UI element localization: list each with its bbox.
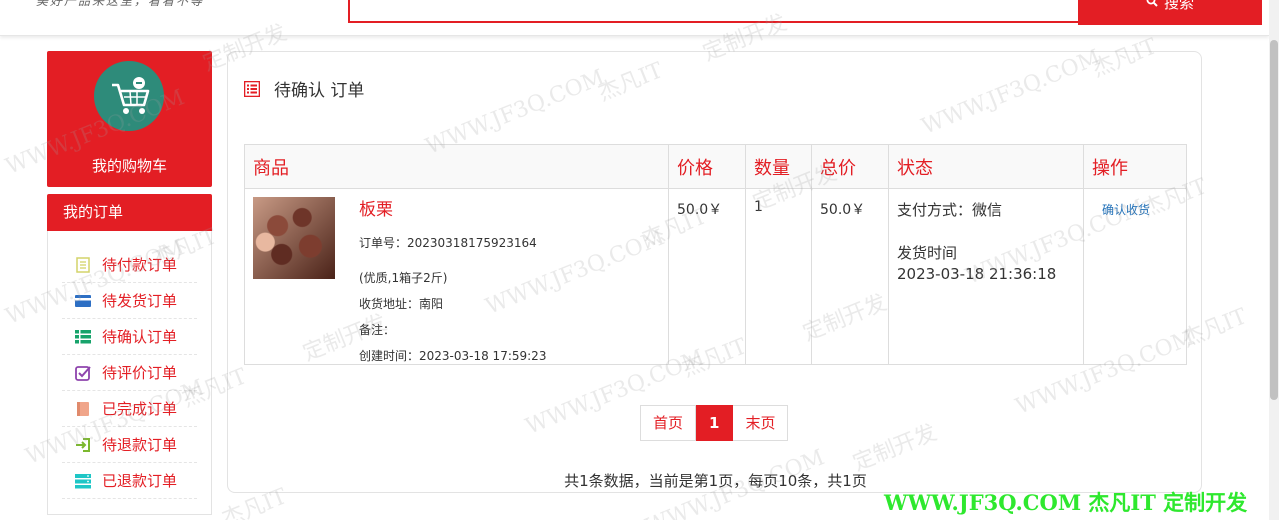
ship-time-value: 2023-03-18 21:36:18 [897, 265, 1057, 283]
quantity-cell: 1 [745, 188, 812, 365]
sidebar-item-label: 待退款订单 [102, 436, 178, 454]
product-cell: 板栗 订单号：20230318175923164 (优质,1箱子2斤) 收货地址… [244, 188, 669, 365]
sidebar-item-label: 待付款订单 [102, 256, 178, 274]
sidebar-item-pending-refund[interactable]: 待退款订单 [62, 427, 197, 463]
column-header-action: 操作 [1083, 144, 1187, 189]
page-title: 待确认 订单 [243, 76, 365, 101]
sidebar-item-label: 待确认订单 [102, 328, 178, 346]
total-cell: 50.0￥ [811, 188, 889, 365]
current-page-button[interactable]: 1 [696, 405, 734, 441]
order-number: 订单号：20230318175923164 [359, 236, 537, 250]
scrollbar-track[interactable] [1269, 0, 1279, 520]
search-button[interactable]: 搜索 [1078, 0, 1262, 25]
sidebar-item-pending-shipment[interactable]: 待发货订单 [62, 283, 197, 319]
cart-label: 我的购物车 [91, 157, 167, 175]
sidebar-item-pending-confirm[interactable]: 待确认订单 [62, 319, 197, 355]
ship-time-label: 发货时间 [897, 244, 958, 262]
pagination: 首页 1 末页 [640, 405, 789, 441]
price-cell: 50.0￥ [668, 188, 746, 365]
orders-menu: 待付款订单 待发货订单 待确认订单 待评价订单 已完成订单 待退款订单 已退款订… [47, 231, 212, 515]
orders-menu-header[interactable]: 我的订单 [47, 194, 212, 231]
sidebar-item-label: 已完成订单 [102, 400, 178, 418]
product-image[interactable] [253, 197, 335, 279]
sidebar-item-pending-review[interactable]: 待评价订单 [62, 355, 197, 391]
product-spec: (优质,1箱子2斤) [359, 271, 448, 285]
column-header-quantity: 数量 [745, 144, 812, 189]
column-header-status: 状态 [888, 144, 1084, 189]
confirm-receipt-link[interactable]: 确认收货 [1102, 201, 1150, 218]
order-note: 备注： [359, 323, 396, 337]
sign-in-icon [74, 437, 92, 453]
page-title-text: 待确认 订单 [274, 81, 365, 101]
product-name-link[interactable]: 板栗 [359, 195, 546, 220]
footer-watermark: WWW.JF3Q.COM 杰凡IT 定制开发 [884, 490, 1248, 515]
list-alt-icon [243, 80, 261, 97]
list-icon [74, 329, 92, 345]
card-icon [74, 293, 92, 309]
column-header-price: 价格 [668, 144, 746, 189]
cart-icon [94, 61, 164, 131]
orders-panel: 待确认 订单 商品 价格 数量 总价 状态 操作 板栗 订单号：20230318… [227, 51, 1202, 493]
product-info: 板栗 订单号：20230318175923164 (优质,1箱子2斤) 收货地址… [359, 195, 546, 373]
sidebar-item-label: 待评价订单 [102, 364, 178, 382]
my-cart-card[interactable]: 我的购物车 [47, 51, 212, 187]
sidebar-item-refunded[interactable]: 已退款订单 [62, 463, 197, 499]
check-square-icon [74, 365, 92, 381]
status-cell: 支付方式：微信 发货时间 2023-03-18 21:36:18 [888, 188, 1084, 365]
table-header-row: 商品 价格 数量 总价 状态 操作 [244, 144, 1187, 189]
column-header-total: 总价 [811, 144, 889, 189]
action-cell: 确认收货 [1083, 188, 1187, 365]
sidebar-item-pending-payment[interactable]: 待付款订单 [62, 247, 197, 283]
shipping-address: 收货地址：南阳 [359, 297, 444, 311]
search-icon [1146, 0, 1158, 11]
created-time: 创建时间：2023-03-18 17:59:23 [359, 349, 547, 363]
sidebar-item-label: 待发货订单 [102, 292, 178, 310]
sidebar-item-label: 已退款订单 [102, 472, 178, 490]
search-button-label: 搜索 [1163, 0, 1194, 12]
server-icon [74, 473, 92, 489]
payment-method: 支付方式：微信 [897, 201, 1003, 219]
last-page-button[interactable]: 末页 [733, 405, 789, 441]
search-input[interactable] [348, 0, 1080, 23]
first-page-button[interactable]: 首页 [640, 405, 697, 441]
orders-table: 商品 价格 数量 总价 状态 操作 板栗 订单号：202303181759231… [244, 144, 1187, 365]
book-icon [74, 401, 92, 417]
clipboard-icon [74, 256, 92, 273]
scrollbar-thumb[interactable] [1270, 40, 1278, 400]
table-row: 板栗 订单号：20230318175923164 (优质,1箱子2斤) 收货地址… [244, 188, 1187, 365]
header-slogan: 美好产品来这里，看看不等 [36, 0, 205, 8]
column-header-product: 商品 [244, 144, 669, 189]
sidebar-item-completed[interactable]: 已完成订单 [62, 391, 197, 427]
